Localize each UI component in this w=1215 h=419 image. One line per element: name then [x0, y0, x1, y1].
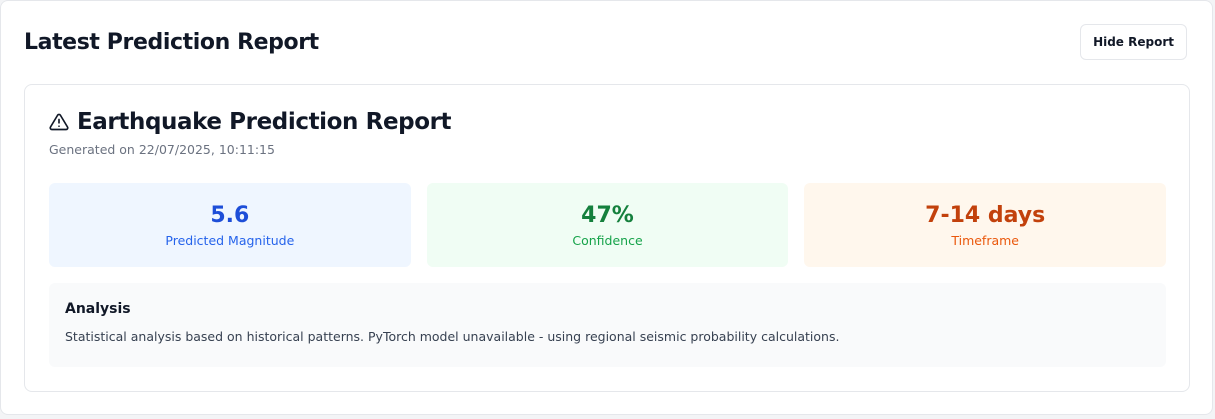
analysis-text: Statistical analysis based on historical…	[65, 329, 840, 344]
report-card: Earthquake Prediction Report Generated o…	[24, 84, 1190, 392]
timeframe-label: Timeframe	[951, 232, 1020, 248]
confidence-value: 47%	[581, 202, 634, 228]
stat-card-confidence: 47% Confidence	[426, 183, 789, 267]
warning-triangle-icon	[49, 112, 69, 132]
analysis-section: Analysis Statistical analysis based on h…	[49, 283, 1166, 367]
stat-card-timeframe: 7-14 days Timeframe	[804, 183, 1167, 267]
prediction-panel: Latest Prediction Report Hide Report Ear…	[0, 0, 1213, 415]
magnitude-value: 5.6	[210, 202, 250, 228]
confidence-label: Confidence	[572, 232, 643, 248]
hide-report-button[interactable]: Hide Report	[1080, 24, 1187, 60]
panel-header: Latest Prediction Report Hide Report	[24, 23, 1187, 61]
timeframe-value: 7-14 days	[925, 202, 1046, 228]
analysis-title: Analysis	[65, 301, 131, 317]
magnitude-label: Predicted Magnitude	[165, 232, 295, 248]
page-title: Latest Prediction Report	[24, 29, 319, 55]
generated-timestamp: Generated on 22/07/2025, 10:11:15	[49, 142, 275, 157]
report-header: Earthquake Prediction Report	[49, 109, 452, 135]
stat-card-magnitude: 5.6 Predicted Magnitude	[49, 183, 411, 267]
report-title: Earthquake Prediction Report	[77, 109, 452, 135]
stats-row: 5.6 Predicted Magnitude 47% Confidence 7…	[49, 183, 1167, 267]
